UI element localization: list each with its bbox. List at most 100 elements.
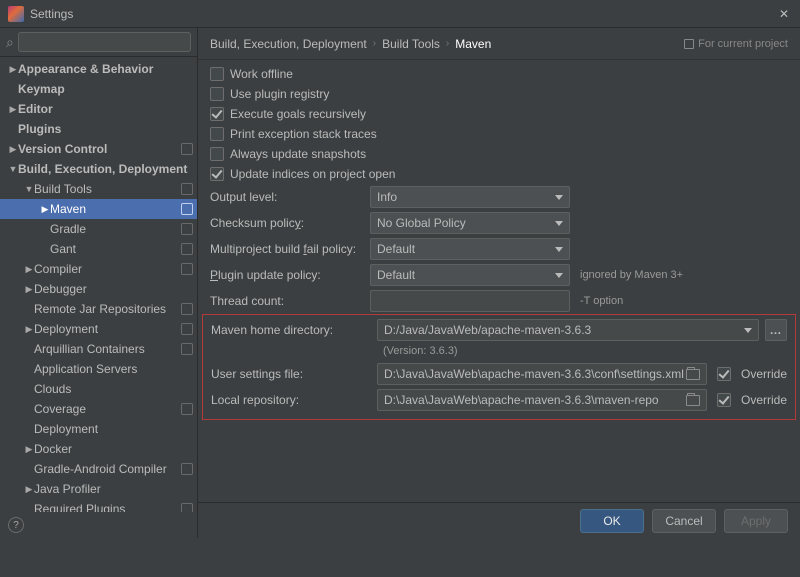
project-scope-icon <box>181 183 193 195</box>
chk-print-stack[interactable]: Print exception stack traces <box>210 124 788 144</box>
input-local-repo[interactable]: D:\Java\JavaWeb\apache-maven-3.6.3\maven… <box>377 389 707 411</box>
select-output-level[interactable]: Info <box>370 186 570 208</box>
chevron-down-icon <box>555 247 563 252</box>
tree-item-label: Docker <box>34 442 193 456</box>
titlebar: Settings ✕ <box>0 0 800 28</box>
chevron-right-icon: ▶ <box>24 484 34 495</box>
tree-item-appearance-behavior[interactable]: ▶Appearance & Behavior <box>0 59 197 79</box>
tree-item-version-control[interactable]: ▶Version Control <box>0 139 197 159</box>
project-scope-icon <box>181 143 193 155</box>
tree-item-arquillian-containers[interactable]: Arquillian Containers <box>0 339 197 359</box>
tree-item-compiler[interactable]: ▶Compiler <box>0 259 197 279</box>
tree-item-label: Gradle <box>50 222 177 236</box>
maven-version-note: (Version: 3.6.3) <box>383 343 787 361</box>
chevron-right-icon: ▶ <box>8 104 18 115</box>
chevron-right-icon: ▶ <box>24 284 34 295</box>
select-plugin-update[interactable]: Default <box>370 264 570 286</box>
project-icon <box>684 39 694 49</box>
label-local-repo: Local repository: <box>211 393 371 407</box>
tree-item-label: Java Profiler <box>34 482 193 496</box>
tree-item-build-tools[interactable]: ▼Build Tools <box>0 179 197 199</box>
tree-item-deployment[interactable]: Deployment <box>0 419 197 439</box>
breadcrumb: Build, Execution, Deployment › Build Too… <box>198 28 800 60</box>
tree-item-deployment[interactable]: ▶Deployment <box>0 319 197 339</box>
folder-icon <box>686 369 700 380</box>
chevron-down-icon <box>555 273 563 278</box>
tree-item-label: Coverage <box>34 402 177 416</box>
input-maven-home[interactable]: D:/Java/JavaWeb/apache-maven-3.6.3 <box>377 319 759 341</box>
close-icon[interactable]: ✕ <box>776 7 792 21</box>
crumb-1[interactable]: Build, Execution, Deployment <box>210 37 367 51</box>
tree-item-label: Editor <box>18 102 193 116</box>
apply-button[interactable]: Apply <box>724 509 788 533</box>
tree-item-clouds[interactable]: Clouds <box>0 379 197 399</box>
tree-item-build-execution-deployment[interactable]: ▼Build, Execution, Deployment <box>0 159 197 179</box>
chk-work-offline[interactable]: Work offline <box>210 64 788 84</box>
tree-item-label: Maven <box>50 202 177 216</box>
tree-item-application-servers[interactable]: Application Servers <box>0 359 197 379</box>
tree-item-gant[interactable]: Gant <box>0 239 197 259</box>
chevron-right-icon: ▶ <box>8 64 18 75</box>
search-input[interactable] <box>18 32 191 52</box>
tree-item-editor[interactable]: ▶Editor <box>0 99 197 119</box>
tree-item-gradle-android-compiler[interactable]: Gradle-Android Compiler <box>0 459 197 479</box>
tree-item-label: Deployment <box>34 322 177 336</box>
chevron-down-icon <box>555 195 563 200</box>
tree-item-label: Plugins <box>18 122 193 136</box>
label-multiproject: Multiproject build fail policy: <box>210 242 370 256</box>
tree-item-label: Gant <box>50 242 177 256</box>
tree-item-label: Compiler <box>34 262 177 276</box>
hint-thread-count: -T option <box>580 295 623 307</box>
input-user-settings[interactable]: D:\Java\JavaWeb\apache-maven-3.6.3\conf\… <box>377 363 707 385</box>
tree-item-required-plugins[interactable]: Required Plugins <box>0 499 197 512</box>
chk-exec-recursively[interactable]: Execute goals recursively <box>210 104 788 124</box>
project-scope-icon <box>181 403 193 415</box>
crumb-3: Maven <box>455 37 491 51</box>
tree-item-label: Version Control <box>18 142 177 156</box>
tree-item-coverage[interactable]: Coverage <box>0 399 197 419</box>
checkbox-icon <box>210 147 224 161</box>
checkbox-icon <box>210 107 224 121</box>
select-multiproject[interactable]: Default <box>370 238 570 260</box>
input-thread-count[interactable] <box>370 290 570 312</box>
chevron-right-icon: ▶ <box>24 324 34 335</box>
project-scope-icon <box>181 263 193 275</box>
project-scope-icon <box>181 223 193 235</box>
chevron-right-icon: ▶ <box>24 264 34 275</box>
tree-item-label: Build, Execution, Deployment <box>18 162 193 176</box>
tree-item-label: Clouds <box>34 382 193 396</box>
tree-item-label: Required Plugins <box>34 502 177 512</box>
tree-item-docker[interactable]: ▶Docker <box>0 439 197 459</box>
chk-override-user-settings[interactable]: Override <box>717 367 787 381</box>
crumb-2[interactable]: Build Tools <box>382 37 440 51</box>
select-checksum[interactable]: No Global Policy <box>370 212 570 234</box>
tree-item-remote-jar-repositories[interactable]: Remote Jar Repositories <box>0 299 197 319</box>
chevron-right-icon: ▶ <box>8 144 18 155</box>
chk-update-indices[interactable]: Update indices on project open <box>210 164 788 184</box>
chevron-down-icon: ▼ <box>8 164 18 174</box>
label-thread-count: Thread count: <box>210 294 370 308</box>
tree-item-java-profiler[interactable]: ▶Java Profiler <box>0 479 197 499</box>
chk-override-local-repo[interactable]: Override <box>717 393 787 407</box>
search-icon: ⌕ <box>6 34 14 51</box>
project-scope-icon <box>181 343 193 355</box>
tree-item-maven[interactable]: ▶Maven <box>0 199 197 219</box>
for-project-hint: For current project <box>684 38 788 50</box>
project-scope-icon <box>181 303 193 315</box>
chk-update-snapshots[interactable]: Always update snapshots <box>210 144 788 164</box>
tree-item-keymap[interactable]: Keymap <box>0 79 197 99</box>
tree-item-label: Debugger <box>34 282 193 296</box>
project-scope-icon <box>181 203 193 215</box>
label-output-level: Output level: <box>210 190 370 204</box>
browse-button[interactable]: … <box>765 319 787 341</box>
cancel-button[interactable]: Cancel <box>652 509 716 533</box>
tree-item-plugins[interactable]: Plugins <box>0 119 197 139</box>
chk-plugin-registry[interactable]: Use plugin registry <box>210 84 788 104</box>
checkbox-icon <box>717 367 731 381</box>
ok-button[interactable]: OK <box>580 509 644 533</box>
hint-plugin-update: ignored by Maven 3+ <box>580 269 683 281</box>
tree-item-gradle[interactable]: Gradle <box>0 219 197 239</box>
help-icon[interactable]: ? <box>8 517 24 533</box>
tree-item-debugger[interactable]: ▶Debugger <box>0 279 197 299</box>
tree-item-label: Gradle-Android Compiler <box>34 462 177 476</box>
